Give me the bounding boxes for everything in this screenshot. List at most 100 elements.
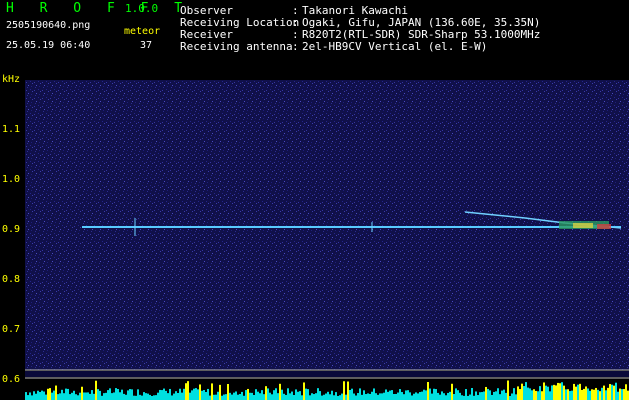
level-bar bbox=[543, 382, 545, 400]
level-bar bbox=[377, 394, 379, 400]
level-bar bbox=[313, 394, 315, 400]
level-bar bbox=[253, 394, 255, 400]
level-bar bbox=[345, 394, 347, 400]
level-bar bbox=[385, 389, 387, 400]
level-bar bbox=[575, 386, 577, 400]
level-bar bbox=[581, 389, 583, 400]
level-bar bbox=[567, 389, 569, 400]
level-bar bbox=[595, 387, 597, 400]
level-bar bbox=[149, 394, 151, 400]
level-bar bbox=[381, 393, 383, 400]
level-bar bbox=[431, 393, 433, 400]
level-bar bbox=[55, 385, 57, 400]
level-bar bbox=[609, 384, 611, 400]
level-bar bbox=[449, 391, 451, 400]
level-bar bbox=[477, 395, 479, 400]
level-bar bbox=[625, 384, 627, 400]
level-bar bbox=[565, 389, 567, 400]
level-bar bbox=[211, 383, 213, 400]
level-bar bbox=[437, 392, 439, 400]
level-bar bbox=[175, 391, 177, 400]
level-bar bbox=[495, 391, 497, 400]
level-bar bbox=[53, 390, 55, 400]
level-bar bbox=[395, 393, 397, 400]
level-bar bbox=[45, 394, 47, 400]
level-bar bbox=[99, 390, 101, 400]
y-tick-label: 0.8 bbox=[2, 274, 21, 285]
y-tick-label: 1.1 bbox=[2, 124, 21, 135]
level-bar bbox=[89, 393, 91, 400]
level-bar bbox=[191, 390, 193, 400]
level-bar bbox=[33, 391, 35, 400]
level-bar bbox=[179, 388, 181, 400]
level-bar bbox=[51, 392, 53, 400]
level-bar bbox=[183, 388, 185, 400]
level-bar bbox=[257, 391, 259, 400]
level-bar bbox=[469, 394, 471, 400]
level-bar bbox=[471, 388, 473, 400]
level-bar bbox=[519, 389, 521, 400]
level-bar bbox=[361, 394, 363, 400]
noise-background bbox=[25, 80, 629, 370]
level-bar bbox=[383, 392, 385, 400]
level-bar bbox=[329, 394, 331, 400]
level-bar bbox=[309, 395, 311, 400]
level-bar bbox=[73, 390, 75, 400]
level-bar bbox=[555, 385, 557, 400]
level-bar bbox=[247, 388, 249, 400]
level-bar bbox=[333, 395, 335, 400]
level-bar bbox=[587, 388, 589, 400]
level-bar bbox=[529, 388, 531, 400]
level-bar bbox=[227, 384, 229, 400]
level-bar bbox=[245, 390, 247, 400]
level-bar bbox=[367, 393, 369, 400]
level-bar bbox=[97, 389, 99, 400]
level-bar bbox=[621, 389, 623, 400]
level-bar bbox=[523, 386, 525, 400]
level-bar bbox=[83, 392, 85, 400]
level-bar bbox=[537, 391, 539, 400]
level-bar bbox=[133, 395, 135, 400]
level-bar bbox=[405, 390, 407, 400]
info-value-antenna: 2el-HB9CV Vertical (el. E-W) bbox=[302, 40, 488, 53]
y-tick-label: 0.6 bbox=[2, 374, 21, 385]
level-bar bbox=[539, 386, 541, 400]
level-bar bbox=[217, 391, 219, 400]
level-bar bbox=[163, 388, 165, 400]
level-bar bbox=[489, 390, 491, 400]
level-bar bbox=[155, 395, 157, 400]
level-bar bbox=[409, 392, 411, 400]
info-label-antenna: Receiving antenna bbox=[180, 40, 293, 53]
level-bar bbox=[87, 392, 89, 400]
level-bar bbox=[623, 389, 625, 400]
level-bar bbox=[157, 392, 159, 400]
level-bar bbox=[463, 395, 465, 400]
level-bar bbox=[267, 388, 269, 400]
level-bar bbox=[319, 391, 321, 400]
level-bar bbox=[541, 391, 543, 400]
level-bar bbox=[25, 392, 27, 400]
level-bar bbox=[219, 384, 221, 400]
level-bar bbox=[353, 393, 355, 400]
level-bar bbox=[103, 393, 105, 400]
level-bar bbox=[393, 393, 395, 400]
level-bar bbox=[349, 389, 351, 400]
level-bar bbox=[335, 392, 337, 400]
level-bar bbox=[501, 390, 503, 400]
level-bar bbox=[237, 394, 239, 400]
level-bar bbox=[441, 391, 443, 400]
level-bar bbox=[243, 395, 245, 400]
level-bar bbox=[289, 393, 291, 400]
level-bar bbox=[535, 390, 537, 400]
level-bar bbox=[169, 388, 171, 400]
level-bar bbox=[145, 393, 147, 400]
level-bar bbox=[619, 388, 621, 400]
level-bar bbox=[605, 390, 607, 400]
level-bar bbox=[117, 389, 119, 400]
level-bar bbox=[305, 388, 307, 400]
level-bar bbox=[521, 383, 523, 400]
level-bar bbox=[115, 388, 117, 400]
level-bar bbox=[561, 382, 563, 400]
level-bar bbox=[365, 394, 367, 400]
level-bar bbox=[131, 389, 133, 400]
